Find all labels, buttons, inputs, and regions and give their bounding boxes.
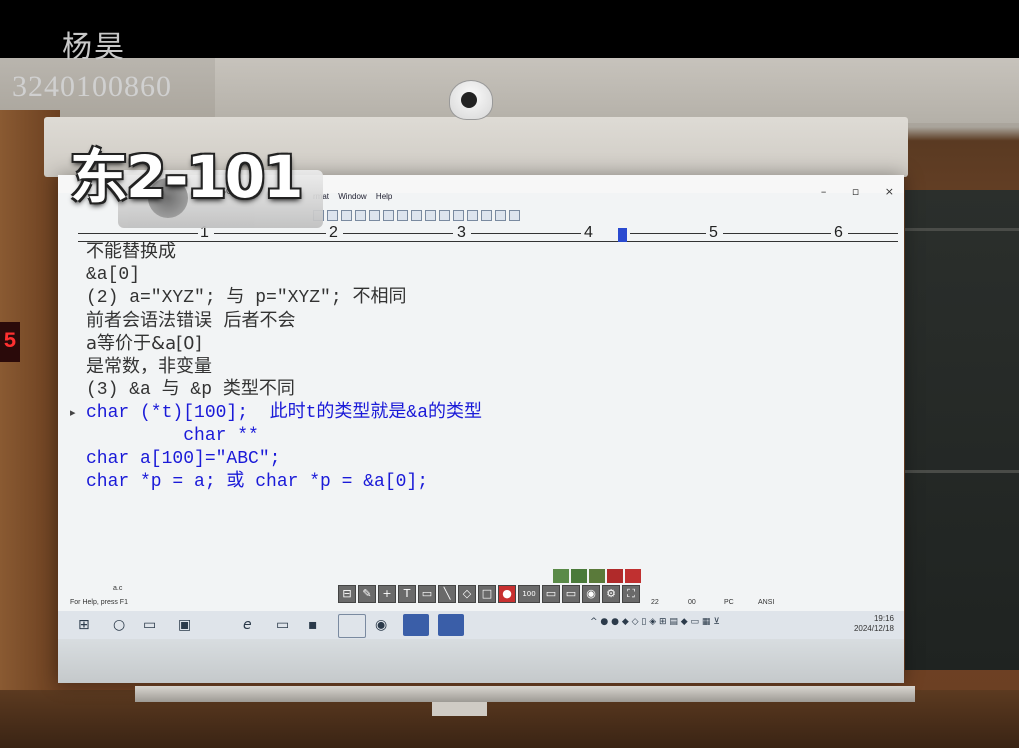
board-divider <box>905 228 1019 231</box>
ceiling <box>215 58 1019 123</box>
color-swatch[interactable] <box>589 569 605 583</box>
windows-start-icon[interactable]: ⊞ <box>78 617 90 633</box>
taskbar: ⊞ ○ ▭ ▣ e ▭ ▪ ◉ ^ ● ● ◆ ◇ ▯ ◈ ⊞ ▤ ◆ ▭ ▦ … <box>58 611 904 639</box>
ruler-line <box>343 233 453 234</box>
status-col: 00 <box>688 599 696 606</box>
window-controls: – ▫ × <box>799 185 894 198</box>
status-help-text: For Help, press F1 <box>70 599 128 606</box>
status-encoding: ANSI <box>758 599 775 606</box>
ruler-number: 3 <box>457 224 466 241</box>
blackboard <box>905 190 1019 670</box>
toolbar-button[interactable] <box>439 210 450 221</box>
code-editor[interactable]: 不能替换成 &a[0] (2) a="XYZ"; 与 p="XYZ"; 不相同 … <box>70 241 880 571</box>
menu-window[interactable]: Window <box>338 192 366 201</box>
task-view-icon[interactable]: ▭ <box>143 617 156 633</box>
close-button[interactable]: × <box>885 185 894 198</box>
clock-time: 19:16 <box>873 614 894 623</box>
screen-bottom-margin <box>58 639 904 683</box>
color-swatch[interactable] <box>571 569 587 583</box>
board-divider <box>905 470 1019 473</box>
color-swatch[interactable] <box>607 569 623 583</box>
taskbar-app[interactable] <box>338 614 366 638</box>
led-display: 5 <box>0 322 20 362</box>
status-line: 22 <box>651 599 659 606</box>
editor-line: (2) a="XYZ"; 与 p="XYZ"; 不相同 <box>86 288 407 308</box>
ruler-number: 2 <box>329 224 338 241</box>
ruler-number: 4 <box>584 224 593 241</box>
ruler-line <box>78 233 198 234</box>
top-black-bar <box>0 0 1019 58</box>
ruler-line <box>214 233 326 234</box>
color-swatch[interactable] <box>553 569 569 583</box>
maximize-button[interactable]: ▫ <box>852 185 859 198</box>
status-mode: PC <box>724 599 734 606</box>
editor-line: char *p = a; 或 char *p = &a[0]; <box>86 472 429 492</box>
app-icon[interactable]: ▣ <box>178 617 191 633</box>
search-icon[interactable]: ○ <box>113 617 125 633</box>
clock[interactable]: 19:16 2024/12/18 <box>854 614 894 634</box>
toolbar <box>313 210 543 222</box>
toolbar-button[interactable] <box>397 210 408 221</box>
toolbar-button[interactable] <box>341 210 352 221</box>
editor-line: (3) &a 与 &p 类型不同 <box>86 380 295 400</box>
status-bar: For Help, press F1 a.c 22 00 PC ANSI <box>58 585 904 609</box>
ruler-cursor-marker[interactable] <box>618 228 627 242</box>
ruler-line <box>848 233 898 234</box>
toolbar-button[interactable] <box>425 210 436 221</box>
minimize-button[interactable]: – <box>821 185 827 198</box>
ceiling-camera <box>441 76 503 120</box>
student-id-overlay: 3240100860 <box>12 70 172 103</box>
file-explorer-icon[interactable]: ▭ <box>276 617 289 633</box>
projected-screen: rmat Window Help – ▫ × 1 2 3 4 5 6 不能替换成… <box>58 175 904 683</box>
ruler-line <box>630 233 706 234</box>
editor-line: char ** <box>86 426 259 446</box>
toolbar-button[interactable] <box>481 210 492 221</box>
ruler-line <box>471 233 581 234</box>
screen-bottom-bar <box>135 686 915 702</box>
toolbar-button[interactable] <box>369 210 380 221</box>
editor-line: 是常数，非变量 <box>86 356 212 377</box>
taskbar-app-active[interactable] <box>403 614 429 636</box>
file-tab[interactable]: a.c <box>113 585 122 592</box>
left-wall <box>0 110 60 730</box>
clock-date: 2024/12/18 <box>853 624 894 633</box>
editor-line: 前者会语法错误 后者不会 <box>86 310 296 331</box>
chrome-icon[interactable]: ◉ <box>375 617 387 633</box>
ruler-line <box>723 233 831 234</box>
editor-line-current: char (*t)[100]; 此时t的类型就是&a的类型 <box>86 403 483 423</box>
app-icon[interactable]: ▪ <box>308 617 318 633</box>
screen-handle <box>432 702 487 716</box>
menu-help[interactable]: Help <box>376 192 392 201</box>
room-label-overlay: 东2-101 <box>70 143 303 211</box>
tray-icons[interactable]: ^ ● ● ◆ ◇ ▯ ◈ ⊞ ▤ ◆ ▭ ▦ ⊻ <box>590 617 720 627</box>
toolbar-button[interactable] <box>453 210 464 221</box>
toolbar-button[interactable] <box>495 210 506 221</box>
color-swatch[interactable] <box>625 569 641 583</box>
edge-browser-icon[interactable]: e <box>243 617 252 633</box>
toolbar-button[interactable] <box>383 210 394 221</box>
ruler-number: 6 <box>834 224 843 241</box>
toolbar-button[interactable] <box>355 210 366 221</box>
taskbar-app-active[interactable] <box>438 614 464 636</box>
toolbar-button[interactable] <box>411 210 422 221</box>
ruler-number: 5 <box>709 224 718 241</box>
menu-bar: rmat Window Help <box>313 192 399 201</box>
editor-line: &a[0] <box>86 265 141 285</box>
toolbar-button[interactable] <box>467 210 478 221</box>
toolbar-button[interactable] <box>509 210 520 221</box>
current-line-indicator: ▸ <box>70 406 76 419</box>
editor-line: 不能替换成 <box>86 241 176 262</box>
editor-line: a等价于&a[0] <box>86 333 202 354</box>
student-name-overlay: 杨昊 <box>62 30 126 65</box>
toolbar-button[interactable] <box>327 210 338 221</box>
editor-line: char a[100]="ABC"; <box>86 449 281 469</box>
